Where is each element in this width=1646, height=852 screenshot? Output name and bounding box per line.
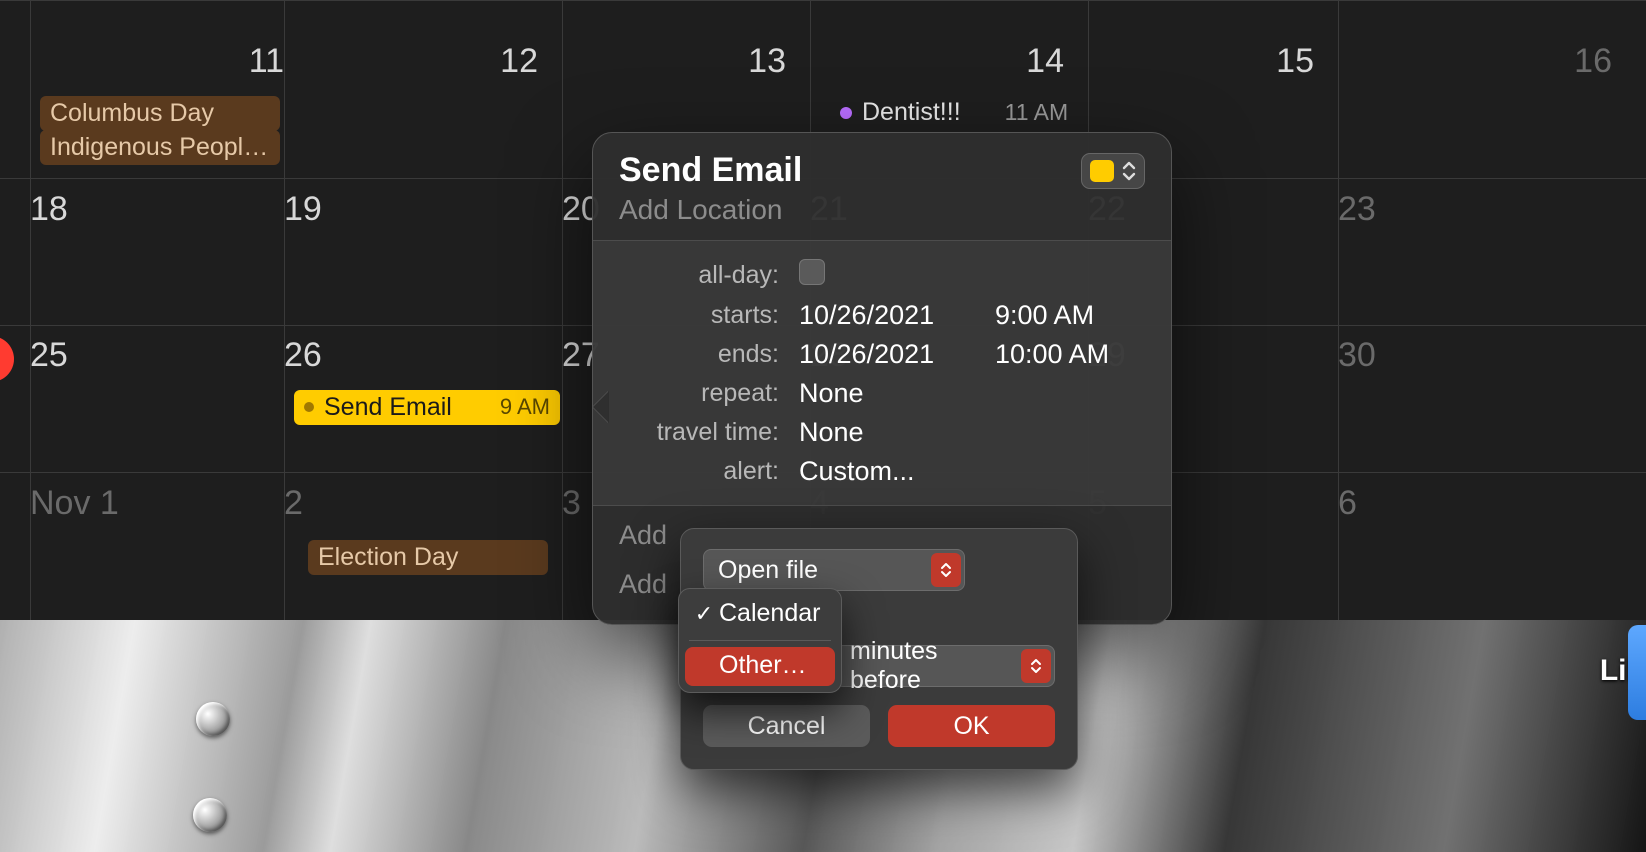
day-number[interactable]: 14 (810, 42, 1064, 81)
select-value: Open file (718, 556, 818, 585)
chevrons-up-down-icon (1122, 160, 1136, 182)
ends-date-field[interactable]: 10/26/2021 (799, 339, 975, 370)
event-election-day[interactable]: Election Day (308, 540, 548, 575)
calendar-dot-purple (840, 107, 852, 119)
event-label: Election Day (318, 543, 458, 571)
alert-action-select[interactable]: Open file (703, 549, 965, 591)
check-icon: ✓ (693, 601, 715, 627)
day-number[interactable]: 2 (284, 484, 538, 523)
add-prefix: Add (619, 520, 667, 550)
event-location-input[interactable]: Add Location (619, 194, 1145, 226)
alert-label: alert: (619, 457, 779, 486)
day-number[interactable]: Nov 1 (30, 484, 284, 523)
calendar-picker[interactable] (1081, 153, 1145, 189)
calendar-col (30, 0, 284, 620)
ok-button[interactable]: OK (888, 705, 1055, 747)
dropdown-item-label: Calendar (719, 599, 820, 628)
repeat-value[interactable]: None (799, 378, 975, 409)
dropdown-item-label: Other… (719, 651, 807, 680)
event-label: Send Email (324, 392, 452, 422)
day-number[interactable]: 13 (562, 42, 786, 81)
event-title-input[interactable]: Send Email (619, 151, 1081, 190)
day-number[interactable]: 16 (1338, 42, 1612, 81)
dropdown-item-other[interactable]: Other… (685, 647, 835, 686)
calendar-color-swatch (1090, 160, 1114, 182)
ends-time-field[interactable]: 10:00 AM (995, 339, 1145, 370)
alert-file-dropdown: ✓ Calendar Other… (678, 588, 842, 693)
day-number[interactable]: 26 (284, 336, 538, 375)
day-number[interactable]: 19 (284, 190, 538, 229)
dock-app-icon-partial[interactable] (1628, 625, 1646, 720)
event-indigenous-day[interactable]: Indigenous Peopl… (40, 130, 280, 165)
event-send-email[interactable]: Send Email 9 AM (294, 390, 560, 425)
day-number[interactable]: 23 (1338, 190, 1612, 229)
divider (689, 640, 831, 641)
calendar-col (1338, 0, 1646, 620)
chevrons-up-down-icon (1021, 649, 1051, 683)
starts-label: starts: (619, 301, 779, 330)
day-number[interactable]: 15 (1088, 42, 1314, 81)
event-time: 11 AM (1005, 99, 1069, 126)
event-dentist[interactable]: Dentist!!! 11 AM (840, 98, 1080, 127)
ends-label: ends: (619, 340, 779, 369)
select-value: minutes before (850, 637, 1014, 695)
calendar-dot-yellow (304, 402, 314, 412)
add-prefix: Add (619, 569, 667, 599)
day-number[interactable]: 18 (30, 190, 284, 229)
event-label: Dentist!!! (862, 98, 961, 127)
day-number[interactable]: 11 (30, 42, 284, 81)
travel-time-label: travel time: (619, 418, 779, 447)
day-number[interactable]: 12 (284, 42, 538, 81)
alert-unit-select[interactable]: minutes before (835, 645, 1055, 687)
event-columbus-day[interactable]: Columbus Day (40, 96, 280, 131)
wallpaper-detail-2 (193, 798, 227, 832)
allday-label: all-day: (619, 261, 779, 290)
button-label: Cancel (748, 712, 826, 741)
allday-checkbox[interactable] (799, 259, 825, 285)
day-number[interactable]: 25 (30, 336, 284, 375)
calendar-col (284, 0, 562, 620)
starts-date-field[interactable]: 10/26/2021 (799, 300, 975, 331)
event-time: 9 AM (500, 392, 550, 422)
event-label: Indigenous Peopl… (50, 133, 268, 161)
repeat-label: repeat: (619, 379, 779, 408)
day-number[interactable]: 30 (1338, 336, 1612, 375)
chevrons-up-down-icon (931, 553, 961, 587)
event-label: Columbus Day (50, 99, 214, 127)
button-label: OK (953, 712, 989, 741)
travel-time-value[interactable]: None (799, 417, 975, 448)
alert-value[interactable]: Custom... (799, 456, 975, 487)
wallpaper-detail-1 (196, 702, 230, 736)
dropdown-item-calendar[interactable]: ✓ Calendar (685, 595, 835, 634)
cancel-button[interactable]: Cancel (703, 705, 870, 747)
day-number[interactable]: 6 (1338, 484, 1612, 523)
starts-time-field[interactable]: 9:00 AM (995, 300, 1145, 331)
